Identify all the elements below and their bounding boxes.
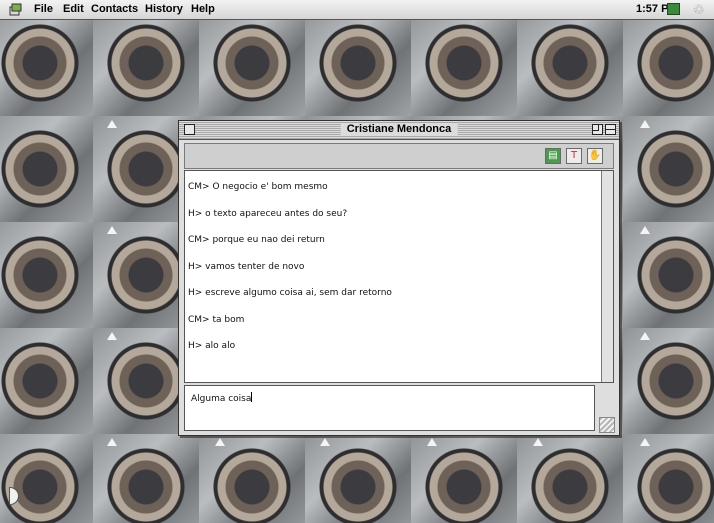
desktop-marker-icon: [320, 438, 330, 446]
app-switcher-icon[interactable]: ♲: [693, 2, 705, 18]
text-caret: [251, 392, 253, 402]
chat-message: H> escreve algumo coisa ai, sem dar reto…: [188, 288, 392, 298]
chat-transcript[interactable]: CM> O negocio e' bom mesmo H> o texto ap…: [184, 170, 614, 383]
desktop-marker-icon: [640, 332, 650, 340]
desktop-marker-icon: [107, 332, 117, 340]
pin-icon[interactable]: T: [566, 148, 582, 164]
chat-message: CM> ta bom: [188, 315, 245, 325]
resize-grow-box[interactable]: [599, 417, 615, 433]
collapse-box[interactable]: [605, 124, 616, 135]
transcript-scrollbar[interactable]: [601, 171, 613, 382]
close-box[interactable]: [184, 124, 195, 135]
desktop-marker-icon: [640, 226, 650, 234]
address-card-icon[interactable]: ▤: [545, 148, 561, 164]
chat-message: CM> O negocio e' bom mesmo: [188, 182, 328, 192]
hand-icon[interactable]: ✋: [587, 148, 603, 164]
message-input-text: Alguma coisa: [191, 394, 252, 404]
menu-contacts[interactable]: Contacts: [91, 3, 138, 15]
menu-help[interactable]: Help: [191, 3, 215, 15]
apple-menu-icon[interactable]: [7, 1, 23, 17]
desktop-marker-icon: [640, 438, 650, 446]
menu-file[interactable]: File: [34, 3, 53, 15]
chat-toolbar: ▤ T ✋: [184, 143, 614, 169]
chat-message: H> vamos tenter de novo: [188, 262, 305, 272]
chat-window: Cristiane Mendonca ▤ T ✋ CM> O negocio e…: [178, 120, 620, 436]
desktop-marker-icon: [215, 438, 225, 446]
desktop-marker-icon: [640, 120, 650, 128]
message-input[interactable]: Alguma coisa: [184, 385, 595, 431]
desktop-marker-icon: [427, 438, 437, 446]
menu-history[interactable]: History: [145, 3, 183, 15]
desktop-marker-icon: [533, 438, 543, 446]
menu-bar: File Edit Contacts History Help 1:57 PM …: [0, 0, 714, 20]
chat-message: H> alo alo: [188, 341, 236, 351]
window-title: Cristiane Mendonca: [340, 123, 458, 135]
chat-message: CM> porque eu nao dei return: [188, 235, 325, 245]
desktop-marker-icon: [107, 120, 117, 128]
zoom-box[interactable]: [592, 124, 603, 135]
menu-edit[interactable]: Edit: [63, 3, 84, 15]
window-titlebar[interactable]: Cristiane Mendonca: [179, 121, 619, 140]
desktop-marker-icon: [107, 438, 117, 446]
desktop-marker-icon: [107, 226, 117, 234]
application-icon[interactable]: [667, 3, 680, 15]
chat-message: H> o texto apareceu antes do seu?: [188, 209, 348, 219]
